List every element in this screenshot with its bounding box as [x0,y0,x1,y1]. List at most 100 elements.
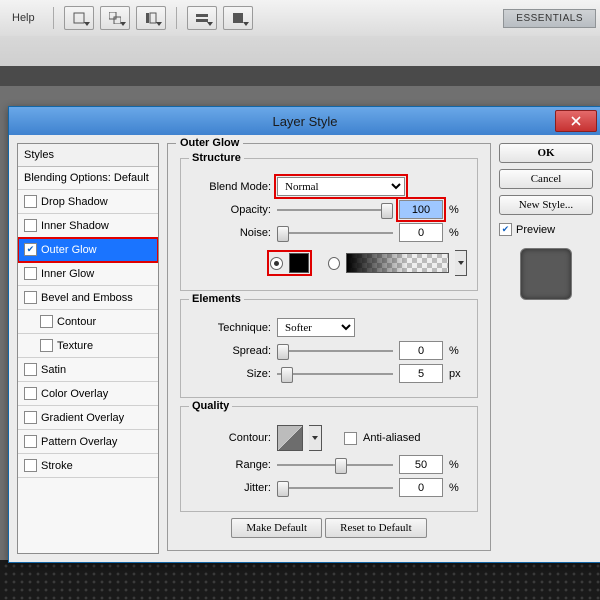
style-checkbox[interactable] [24,411,37,424]
make-default-button[interactable]: Make Default [231,518,322,538]
contour-swatch[interactable] [277,425,303,451]
range-field[interactable]: 50 [399,455,443,474]
pct-unit: % [449,345,467,357]
anti-aliased-checkbox[interactable] [344,432,357,445]
style-item-drop-shadow[interactable]: Drop Shadow [18,190,158,214]
options-bar [0,36,600,67]
blend-mode-label: Blend Mode: [191,181,271,193]
new-style-button[interactable]: New Style... [499,195,593,215]
toolbar-btn-5[interactable] [223,6,253,30]
style-item-satin[interactable]: Satin [18,358,158,382]
style-label: Contour [57,316,96,328]
style-label: Texture [57,340,93,352]
dialog-title: Layer Style [272,114,337,129]
style-checkbox[interactable] [24,219,37,232]
reset-default-button[interactable]: Reset to Default [325,518,426,538]
jitter-slider[interactable] [277,480,393,496]
preview-label: Preview [516,224,555,236]
ok-button[interactable]: OK [499,143,593,163]
glow-gradient-swatch[interactable] [346,253,449,273]
canvas-pattern [0,560,600,600]
anti-aliased-label: Anti-aliased [363,432,420,444]
size-slider[interactable] [277,366,393,382]
technique-label: Technique: [191,322,271,334]
opacity-label: Opacity: [191,204,271,216]
px-unit: px [449,368,467,380]
style-checkbox[interactable] [24,459,37,472]
style-label: Inner Shadow [41,220,109,232]
style-label: Drop Shadow [41,196,108,208]
opacity-slider[interactable] [277,202,393,218]
toolbar-btn-1[interactable] [64,6,94,30]
blend-mode-select[interactable]: Normal [277,177,405,196]
style-item-stroke[interactable]: Stroke [18,454,158,478]
contour-dropdown-icon[interactable] [309,425,322,451]
outer-glow-group: Outer Glow Structure Blend Mode: Normal … [167,143,491,551]
style-checkbox[interactable] [24,363,37,376]
style-label: Outer Glow [41,244,97,256]
menu-help[interactable]: Help [4,8,43,28]
style-checkbox[interactable] [24,435,37,448]
style-checkbox[interactable] [40,339,53,352]
style-label: Satin [41,364,66,376]
document-tab-strip [0,66,600,86]
blending-options-row[interactable]: Blending Options: Default [18,167,158,190]
style-checkbox[interactable] [24,195,37,208]
style-item-contour[interactable]: Contour [18,310,158,334]
style-label: Bevel and Emboss [41,292,133,304]
style-label: Color Overlay [41,388,108,400]
technique-select[interactable]: Softer [277,318,355,337]
workspace-essentials[interactable]: ESSENTIALS [503,9,596,28]
pct-unit: % [449,482,467,494]
toolbar-btn-2[interactable] [100,6,130,30]
range-label: Range: [191,459,271,471]
style-checkbox[interactable] [24,291,37,304]
app-toolbar: Help ESSENTIALS [0,0,600,37]
cancel-button[interactable]: Cancel [499,169,593,189]
style-checkbox[interactable] [24,267,37,280]
quality-legend: Quality [189,400,232,412]
style-label: Inner Glow [41,268,94,280]
style-item-bevel-and-emboss[interactable]: Bevel and Emboss [18,286,158,310]
layer-style-dialog: Layer Style Styles Blending Options: Def… [8,106,600,563]
style-checkbox[interactable] [24,387,37,400]
contour-label: Contour: [191,432,271,444]
pct-unit: % [449,204,467,216]
opacity-field[interactable]: 100 [399,200,443,219]
noise-label: Noise: [191,227,271,239]
gradient-dropdown-icon[interactable] [455,250,467,276]
jitter-field[interactable]: 0 [399,478,443,497]
style-item-color-overlay[interactable]: Color Overlay [18,382,158,406]
range-slider[interactable] [277,457,393,473]
style-item-texture[interactable]: Texture [18,334,158,358]
spread-slider[interactable] [277,343,393,359]
glow-color-radio[interactable] [270,257,283,270]
style-label: Gradient Overlay [41,412,124,424]
style-item-outer-glow[interactable]: ✔ Outer Glow [18,238,158,262]
styles-list: Styles Blending Options: Default Drop Sh… [17,143,159,554]
style-item-inner-glow[interactable]: Inner Glow [18,262,158,286]
toolbar-btn-4[interactable] [187,6,217,30]
size-field[interactable]: 5 [399,364,443,383]
styles-header[interactable]: Styles [18,144,158,167]
style-item-gradient-overlay[interactable]: Gradient Overlay [18,406,158,430]
glow-gradient-radio[interactable] [328,257,340,270]
spread-field[interactable]: 0 [399,341,443,360]
elements-legend: Elements [189,293,244,305]
preview-swatch [520,248,572,300]
style-checkbox[interactable] [40,315,53,328]
toolbar-btn-3[interactable] [136,6,166,30]
style-item-inner-shadow[interactable]: Inner Shadow [18,214,158,238]
close-button[interactable] [555,110,597,132]
spread-label: Spread: [191,345,271,357]
glow-color-swatch[interactable] [289,253,309,273]
noise-slider[interactable] [277,225,393,241]
preview-checkbox[interactable]: ✔ [499,223,512,236]
noise-field[interactable]: 0 [399,223,443,242]
dialog-titlebar[interactable]: Layer Style [9,107,600,135]
pct-unit: % [449,227,467,239]
style-item-pattern-overlay[interactable]: Pattern Overlay [18,430,158,454]
style-checkbox[interactable]: ✔ [24,243,37,256]
group-legend: Outer Glow [176,137,243,149]
pct-unit: % [449,459,467,471]
